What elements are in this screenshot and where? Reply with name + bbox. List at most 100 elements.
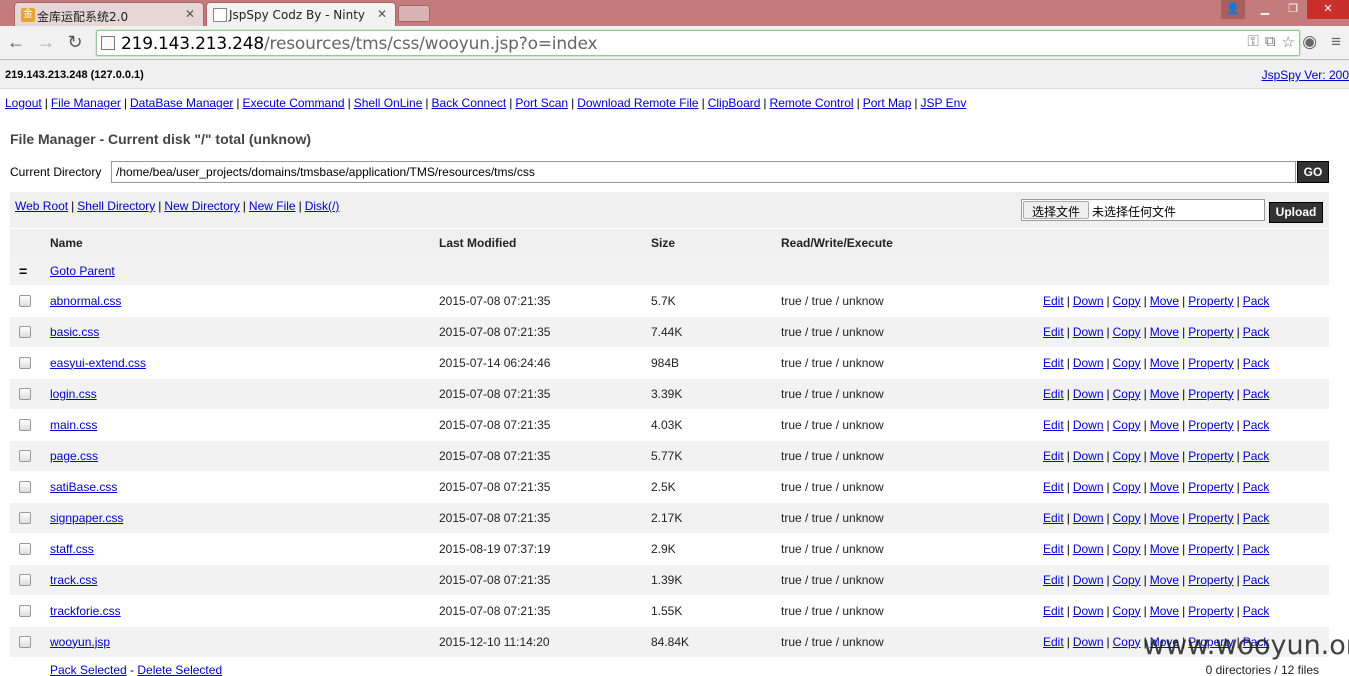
row-checkbox[interactable] (19, 326, 31, 339)
down-link[interactable]: Down (1073, 294, 1104, 308)
move-link[interactable]: Move (1150, 449, 1179, 463)
row-checkbox[interactable] (19, 388, 31, 401)
pack-link[interactable]: Pack (1243, 356, 1270, 370)
new-directory-link[interactable]: New Directory (164, 199, 239, 213)
move-link[interactable]: Move (1150, 387, 1179, 401)
copy-link[interactable]: Copy (1113, 480, 1141, 494)
web-root-link[interactable]: Web Root (15, 199, 68, 213)
pack-link[interactable]: Pack (1243, 511, 1270, 525)
file-name-link[interactable]: abnormal.css (50, 294, 121, 308)
edit-link[interactable]: Edit (1043, 573, 1064, 587)
delete-selected-link[interactable]: Delete Selected (137, 663, 222, 676)
down-link[interactable]: Down (1073, 387, 1104, 401)
down-link[interactable]: Down (1073, 480, 1104, 494)
menu-execute-command[interactable]: Execute Command (243, 96, 345, 110)
row-checkbox[interactable] (19, 450, 31, 463)
property-link[interactable]: Property (1188, 573, 1233, 587)
copy-link[interactable]: Copy (1113, 511, 1141, 525)
menu-port-scan[interactable]: Port Scan (515, 96, 568, 110)
copy-link[interactable]: Copy (1113, 573, 1141, 587)
edit-link[interactable]: Edit (1043, 449, 1064, 463)
menu-file-manager[interactable]: File Manager (51, 96, 121, 110)
file-name-link[interactable]: main.css (50, 418, 97, 432)
row-checkbox[interactable] (19, 357, 31, 370)
copy-link[interactable]: Copy (1113, 542, 1141, 556)
move-link[interactable]: Move (1150, 573, 1179, 587)
down-link[interactable]: Down (1073, 635, 1104, 649)
file-name-link[interactable]: page.css (50, 449, 98, 463)
move-link[interactable]: Move (1150, 356, 1179, 370)
down-link[interactable]: Down (1073, 325, 1104, 339)
down-link[interactable]: Down (1073, 449, 1104, 463)
choose-file-button[interactable]: 选择文件 (1023, 201, 1090, 219)
row-checkbox[interactable] (19, 419, 31, 432)
menu-shell-online[interactable]: Shell OnLine (354, 96, 423, 110)
property-link[interactable]: Property (1188, 387, 1233, 401)
pack-link[interactable]: Pack (1243, 294, 1270, 308)
property-link[interactable]: Property (1188, 604, 1233, 618)
edit-link[interactable]: Edit (1043, 325, 1064, 339)
disk-root-link[interactable]: Disk(/) (305, 199, 340, 213)
property-link[interactable]: Property (1188, 294, 1233, 308)
file-name-link[interactable]: wooyun.jsp (50, 635, 110, 649)
reload-icon[interactable]: ↻ (63, 32, 87, 52)
current-directory-input[interactable]: /home/bea/user_projects/domains/tmsbase/… (111, 161, 1296, 183)
edit-link[interactable]: Edit (1043, 356, 1064, 370)
property-link[interactable]: Property (1188, 511, 1233, 525)
browser-tab-1[interactable]: 金 金库运配系统2.0 ✕ (14, 2, 204, 26)
menu-jsp-env[interactable]: JSP Env (921, 96, 967, 110)
menu-remote-control[interactable]: Remote Control (770, 96, 854, 110)
copy-link[interactable]: Copy (1113, 387, 1141, 401)
file-upload-input[interactable]: 选择文件 未选择任何文件 (1021, 199, 1265, 221)
copy-link[interactable]: Copy (1113, 356, 1141, 370)
pack-link[interactable]: Pack (1243, 449, 1270, 463)
down-link[interactable]: Down (1073, 573, 1104, 587)
move-link[interactable]: Move (1150, 294, 1179, 308)
move-link[interactable]: Move (1150, 604, 1179, 618)
tab-close-icon[interactable]: ✕ (377, 7, 387, 21)
pack-link[interactable]: Pack (1243, 542, 1270, 556)
row-checkbox[interactable] (19, 574, 31, 587)
file-name-link[interactable]: track.css (50, 573, 97, 587)
pack-link[interactable]: Pack (1243, 573, 1270, 587)
version-link[interactable]: JspSpy Ver: 200 (1262, 68, 1349, 82)
pack-link[interactable]: Pack (1243, 604, 1270, 618)
move-link[interactable]: Move (1150, 325, 1179, 339)
property-link[interactable]: Property (1188, 325, 1233, 339)
file-name-link[interactable]: login.css (50, 387, 97, 401)
menu-logout[interactable]: Logout (5, 96, 42, 110)
row-checkbox[interactable] (19, 636, 31, 649)
property-link[interactable]: Property (1188, 542, 1233, 556)
minimize-icon[interactable]: ▁ (1251, 0, 1279, 19)
new-tab-button[interactable] (398, 5, 430, 22)
pack-link[interactable]: Pack (1243, 387, 1270, 401)
edit-link[interactable]: Edit (1043, 511, 1064, 525)
menu-icon[interactable]: ≡ (1331, 32, 1341, 52)
new-file-link[interactable]: New File (249, 199, 296, 213)
tab-close-icon[interactable]: ✕ (185, 7, 195, 21)
property-link[interactable]: Property (1188, 449, 1233, 463)
pack-link[interactable]: Pack (1243, 325, 1270, 339)
browser-tab-2[interactable]: JspSpy Codz By - Ninty ✕ (206, 2, 396, 26)
copy-link[interactable]: Copy (1113, 294, 1141, 308)
edit-link[interactable]: Edit (1043, 294, 1064, 308)
user-profile-icon[interactable]: 👤 (1221, 0, 1245, 19)
file-name-link[interactable]: satiBase.css (50, 480, 117, 494)
edit-link[interactable]: Edit (1043, 418, 1064, 432)
bookmark-star-icon[interactable]: ☆ (1282, 33, 1295, 51)
down-link[interactable]: Down (1073, 511, 1104, 525)
copy-link[interactable]: Copy (1113, 604, 1141, 618)
maximize-icon[interactable]: ❐ (1279, 0, 1307, 19)
pack-link[interactable]: Pack (1243, 480, 1270, 494)
menu-database-manager[interactable]: DataBase Manager (130, 96, 233, 110)
close-window-icon[interactable]: ✕ (1307, 0, 1349, 19)
move-link[interactable]: Move (1150, 542, 1179, 556)
property-link[interactable]: Property (1188, 418, 1233, 432)
address-bar[interactable]: 219.143.213.248/resources/tms/css/wooyun… (96, 30, 1300, 56)
edit-link[interactable]: Edit (1043, 604, 1064, 618)
menu-back-connect[interactable]: Back Connect (432, 96, 507, 110)
down-link[interactable]: Down (1073, 604, 1104, 618)
move-link[interactable]: Move (1150, 511, 1179, 525)
edit-link[interactable]: Edit (1043, 387, 1064, 401)
file-name-link[interactable]: signpaper.css (50, 511, 123, 525)
